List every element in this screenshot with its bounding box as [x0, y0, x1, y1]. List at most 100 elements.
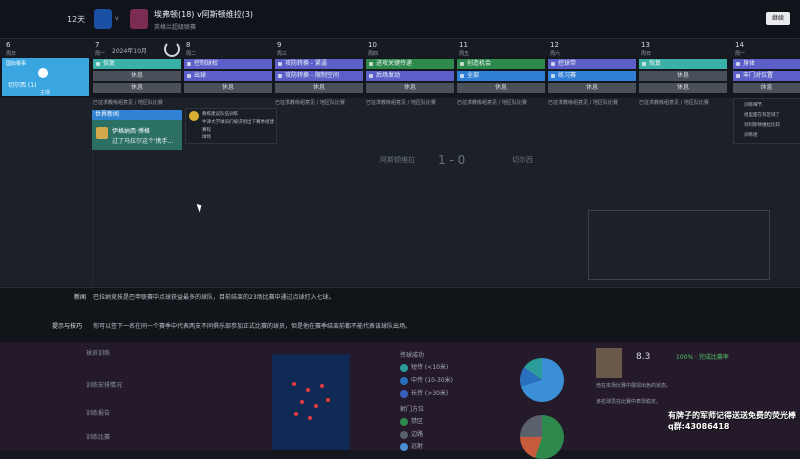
instruction-row: 已征求教练组意见 / 地区队比赛 [366, 100, 436, 106]
rating-percent: 100% · 完成比赛率 [676, 354, 729, 361]
club-crest-icon [38, 68, 48, 78]
news-headline: 伊格纳西·博格 [112, 128, 150, 135]
calendar-day-14[interactable]: 14 周一 [733, 40, 800, 58]
player-rating: 8.3 [636, 352, 651, 362]
session-slot[interactable]: 丰门对位置 [733, 71, 800, 81]
legend-item: 禁区 [400, 416, 423, 426]
legend-label: 边路 [411, 431, 424, 438]
session-slot[interactable]: 后场发动 [366, 71, 454, 81]
left-list-item: 训练比赛 [86, 434, 111, 441]
ghost-team-right: 切尔西 [512, 156, 533, 164]
weekday-label: 周三 [277, 51, 288, 57]
ghost-team-left: 阿斯顿维拉 [380, 156, 415, 164]
heatmap-dot [320, 384, 324, 388]
selected-day-match[interactable]: 国际赛事 切尔西 (1) 主场 [2, 58, 89, 96]
session-slot[interactable]: 休息 [733, 83, 800, 93]
ghost-pitch-diagram [588, 210, 770, 280]
calendar-day-11[interactable]: 11 周五 [457, 40, 547, 58]
session-slot[interactable]: 休息 [93, 83, 181, 93]
calendar-day-6[interactable]: 6 周日 [4, 40, 94, 58]
message-line: 训练组 [744, 133, 758, 138]
legend-label: 短传 (<10米) [411, 364, 449, 371]
heatmap-dot [308, 416, 312, 420]
session-slot[interactable]: 出球 [184, 71, 272, 81]
competition-name: 英格兰超级联赛 [154, 24, 197, 31]
away-crest-icon [130, 9, 148, 29]
session-slot[interactable]: 休息 [184, 83, 272, 93]
left-list-item: 球员训练 [86, 350, 111, 357]
message-line: 牛津大学球员们被识别出下赛季组建 [202, 120, 274, 125]
message-line: 球场 [202, 135, 211, 140]
world-news-card[interactable]: 世界新闻 伊格纳西·博格 过了马拉尔这个'携手... [92, 110, 182, 150]
tips-label: 提示与技巧 [52, 323, 83, 330]
world-news-header: 世界新闻 [92, 110, 182, 120]
legend-item: 远射 [400, 441, 423, 451]
session-slot[interactable]: 休息 [639, 83, 727, 93]
day-number: 10 [368, 41, 377, 49]
heatmap-dot [294, 412, 298, 416]
calendar-day-12[interactable]: 12 周六 [548, 40, 638, 58]
session-slot[interactable]: 全部 [457, 71, 545, 81]
message-card-right[interactable]: 训练细节 组里面在有区域了 对阿斯顿维拉比较 训练组 [733, 98, 800, 144]
message-card[interactable]: 教练建议队伍训练 牛津大学球员们被识别出下赛季组建 赛程 球场 [185, 108, 277, 144]
session-slot[interactable]: 休息 [93, 71, 181, 81]
match-title[interactable]: 埃弗顿(18) v阿斯顿维拉(3) [154, 9, 253, 20]
calendar-day-10[interactable]: 10 周四 [366, 40, 456, 58]
left-list-item: 训练安排情况 [86, 382, 123, 389]
calendar-day-8[interactable]: 8 周二 [184, 40, 274, 58]
weekday-label: 周二 [186, 51, 197, 57]
instruction-row: 已征求教练组意见 / 地区队比赛 [93, 100, 163, 106]
player-heatmap [272, 354, 350, 450]
session-slot[interactable]: 身体 [733, 59, 800, 69]
calendar-day-13[interactable]: 13 周日 [639, 40, 729, 58]
pass-donut-chart [520, 358, 564, 402]
session-slot[interactable]: 休息 [366, 83, 454, 93]
days-until-match: 12天 [67, 15, 86, 24]
session-slot[interactable]: 恢复 [93, 59, 181, 69]
session-slot[interactable]: 休息 [639, 71, 727, 81]
news-text: 巴拉纳竞技是巴甲联赛中点球获益最多的球队，目前结束的23场比赛中通过点球打入七球… [93, 294, 335, 301]
session-slot[interactable]: 休息 [548, 83, 636, 93]
session-slot[interactable]: 攻防转换 - 紧逼 [275, 59, 363, 69]
stream-overlay-text: 有牌子的军师记得送送免费的荧光棒 [668, 411, 796, 420]
player-note: 该名球员在比赛中表现稳定。 [596, 399, 662, 405]
instruction-row: 已征求教练组意见 / 地区队比赛 [548, 100, 618, 106]
session-slot[interactable]: 控球带 [548, 59, 636, 69]
weekday-label: 周一 [95, 51, 106, 57]
news-label: 新闻 [74, 294, 87, 301]
day-number: 9 [277, 41, 282, 49]
weekday-label: 周五 [459, 51, 470, 57]
legend-swatch [400, 417, 408, 426]
vs-label: v [115, 15, 119, 22]
legend-item: 长传 (>30米) [400, 388, 448, 398]
day-number: 12 [550, 41, 559, 49]
session-slot[interactable]: 创造机会 [457, 59, 545, 69]
session-slot[interactable]: 休息 [275, 83, 363, 93]
day-number: 6 [6, 41, 11, 49]
instruction-row: 已征求教练组意见 / 地区队比赛 [457, 100, 527, 106]
legend-title: 传球成功 [400, 352, 425, 359]
ghost-score: 1 - 0 [438, 153, 466, 167]
news-summary: 过了马拉尔这个'携手... [112, 138, 174, 145]
top-bar: 12天 v 埃弗顿(18) v阿斯顿维拉(3) 英格兰超级联赛 继续 [0, 0, 800, 39]
session-slot[interactable]: 休息 [457, 83, 545, 93]
calendar-day-9[interactable]: 9 周三 [275, 40, 365, 58]
message-line: 组里面在有区域了 [744, 113, 780, 118]
legend-swatch [400, 389, 408, 398]
session-slot[interactable]: 控制球权 [184, 59, 272, 69]
month-label: 2024年10月 [112, 48, 147, 55]
heatmap-dot [300, 400, 304, 404]
session-slot[interactable]: 练习赛 [548, 71, 636, 81]
day-number: 11 [459, 41, 468, 49]
home-crest-icon [94, 9, 112, 29]
weekday-label: 周六 [550, 51, 561, 57]
legend-label: 禁区 [411, 418, 424, 425]
legend-item: 短传 (<10米) [400, 362, 448, 372]
message-line: 训练细节 [744, 103, 762, 108]
session-slot[interactable]: 攻防转换 - 限制空间 [275, 71, 363, 81]
continue-button[interactable]: 继续 [766, 12, 790, 25]
day-number: 7 [95, 41, 100, 49]
weekday-label: 周四 [368, 51, 379, 57]
session-slot[interactable]: 恢复 [639, 59, 727, 69]
session-slot[interactable]: 进攻关键传递 [366, 59, 454, 69]
